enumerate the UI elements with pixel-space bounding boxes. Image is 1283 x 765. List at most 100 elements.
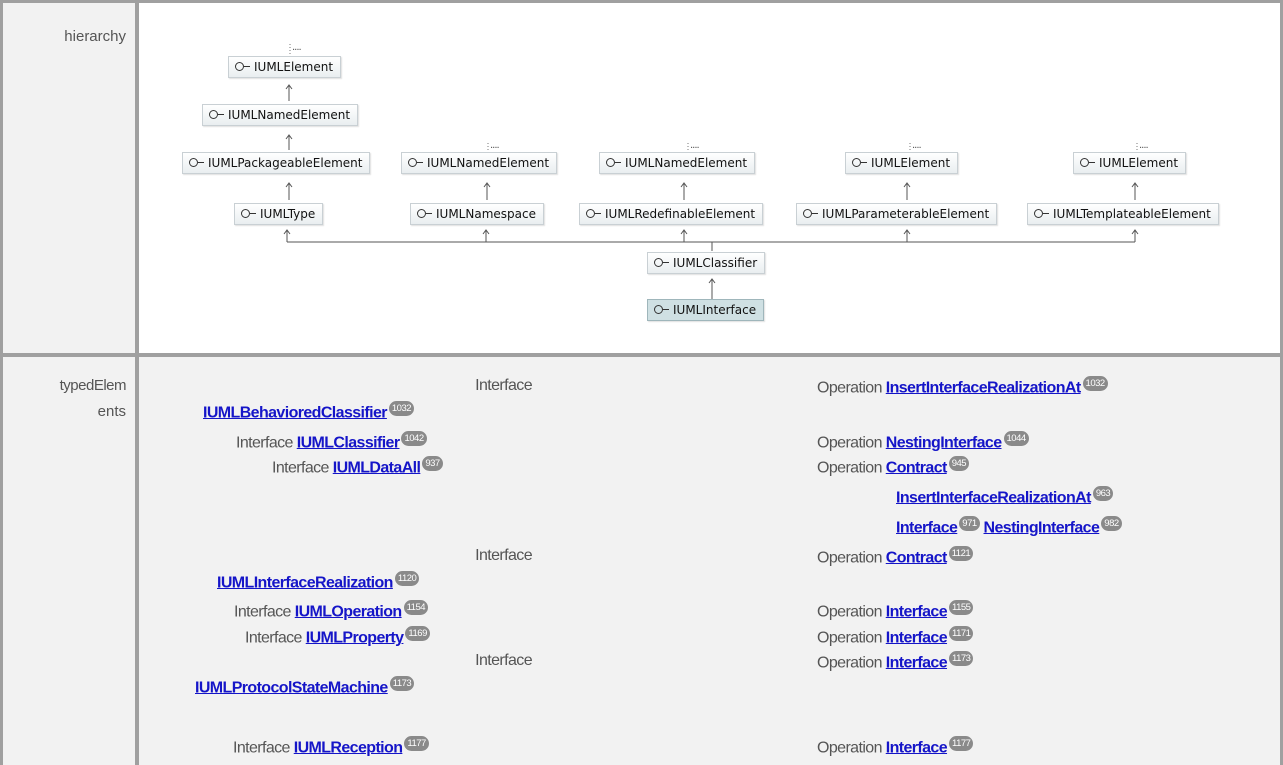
node-iumlelement-3[interactable]: IUMLElement — [1073, 152, 1187, 174]
node-iumlnamedelement-2[interactable]: IUMLNamedElement — [401, 152, 558, 174]
op-link[interactable]: Interface — [886, 654, 948, 671]
typed-row-3-op: Operation Contract 945 — [817, 456, 970, 478]
iface-link[interactable]: IUMLReception — [294, 739, 403, 756]
interface-lollipop-icon — [654, 305, 663, 314]
typed-row-7-op: Operation Interface 1173 — [817, 651, 974, 673]
typed-row-7-iface-word: Interface — [475, 652, 532, 669]
interface-lollipop-icon — [241, 209, 250, 218]
op-link[interactable]: NestingInterface — [886, 434, 1002, 451]
count-badge: 1120 — [394, 571, 420, 586]
node-iumlclassifier[interactable]: IUMLClassifier — [647, 252, 766, 274]
details-panel: hierarchy typedElem ents .... .... .... … — [0, 0, 1283, 765]
iface-link[interactable]: IUMLProperty — [306, 629, 404, 646]
count-badge: 1169 — [405, 626, 430, 641]
typed-elements-label-line1: typedElem — [59, 377, 127, 394]
node-iumlelement-2[interactable]: IUMLElement — [845, 152, 959, 174]
typed-row-6-iface: Interface IUMLProperty 1169 — [245, 626, 430, 648]
node-label: IUMLElement — [254, 60, 334, 74]
node-label: IUMLParameterableElement — [822, 207, 990, 221]
typed-row-3-op-extra-2: Interface 971 NestingInterface 982 — [896, 516, 1122, 538]
typed-row-1-iface: IUMLBehavioredClassifier 1032 — [203, 401, 415, 423]
interface-lollipop-icon — [408, 158, 417, 167]
node-iumlelement-top[interactable]: IUMLElement — [228, 56, 342, 78]
typed-row-2-iface: Interface IUMLClassifier 1042 — [236, 431, 427, 453]
interface-lollipop-icon — [803, 209, 812, 218]
interface-lollipop-icon — [235, 62, 244, 71]
node-iumlnamedelement-3[interactable]: IUMLNamedElement — [599, 152, 756, 174]
interface-lollipop-icon — [606, 158, 615, 167]
node-iumlinterface-selected[interactable]: IUMLInterface — [647, 299, 765, 321]
node-label: IUMLRedefinableElement — [605, 207, 756, 221]
typed-row-8-op: Operation Interface 1177 — [817, 736, 974, 758]
count-badge: 982 — [1101, 516, 1122, 531]
count-badge: 1032 — [1082, 376, 1108, 391]
count-badge: 945 — [948, 456, 970, 471]
node-label: IUMLNamedElement — [625, 156, 748, 170]
interface-lollipop-icon — [586, 209, 595, 218]
typed-row-4-iface-word: Interface — [475, 547, 532, 564]
typed-row-1-iface-word: Interface — [475, 377, 532, 394]
node-iumlnamedelement[interactable]: IUMLNamedElement — [202, 104, 359, 126]
node-iumltemplateableelement[interactable]: IUMLTemplateableElement — [1027, 203, 1219, 225]
typed-row-3-iface: Interface IUMLDataAll 937 — [272, 456, 443, 478]
ellipsis-element2: .... — [912, 140, 922, 151]
node-iumlredefinableelement[interactable]: IUMLRedefinableElement — [579, 203, 764, 225]
count-badge: 1044 — [1003, 431, 1029, 446]
typed-row-6-op: Operation Interface 1171 — [817, 626, 974, 648]
typed-row-5-op: Operation Interface 1155 — [817, 600, 974, 622]
node-iumlparameterableelement[interactable]: IUMLParameterableElement — [796, 203, 998, 225]
node-label: IUMLNamedElement — [228, 108, 351, 122]
interface-lollipop-icon — [189, 158, 198, 167]
op-link[interactable]: Interface — [886, 603, 948, 620]
node-iumlpackageableelement[interactable]: IUMLPackageableElement — [182, 152, 371, 174]
interface-lollipop-icon — [1034, 209, 1043, 218]
node-label: IUMLNamedElement — [427, 156, 550, 170]
count-badge: 1121 — [948, 546, 974, 561]
node-label: IUMLElement — [1099, 156, 1179, 170]
count-badge: 971 — [959, 516, 980, 531]
ellipsis-named3: .... — [690, 140, 700, 151]
ellipsis-named2: .... — [490, 140, 500, 151]
count-badge: 1042 — [401, 431, 427, 446]
op-link[interactable]: InsertInterfaceRealizationAt — [896, 489, 1091, 506]
node-label: IUMLInterface — [673, 303, 757, 317]
node-label: IUMLNamespace — [436, 207, 536, 221]
interface-lollipop-icon — [852, 158, 861, 167]
count-badge: 1154 — [403, 600, 429, 615]
node-label: IUMLElement — [871, 156, 951, 170]
count-badge: 1177 — [404, 736, 429, 751]
iface-link[interactable]: IUMLOperation — [295, 603, 402, 620]
op-link[interactable]: NestingInterface — [984, 519, 1100, 536]
op-link[interactable]: Contract — [886, 549, 948, 566]
count-badge: 1177 — [949, 736, 974, 751]
ellipsis-top: .... — [292, 42, 302, 53]
iface-link[interactable]: IUMLInterfaceRealization — [217, 574, 393, 591]
count-badge: 1173 — [389, 676, 415, 691]
count-badge: 1155 — [949, 600, 974, 615]
interface-lollipop-icon — [654, 258, 663, 267]
iface-link[interactable]: IUMLDataAll — [333, 459, 421, 476]
iface-link[interactable]: IUMLProtocolStateMachine — [195, 679, 388, 696]
interface-lollipop-icon — [209, 110, 218, 119]
node-iumltype[interactable]: IUMLType — [234, 203, 324, 225]
count-badge: 1173 — [949, 651, 974, 666]
ellipsis-element3: .... — [1139, 140, 1149, 151]
op-link[interactable]: Interface — [896, 519, 958, 536]
node-label: IUMLPackageableElement — [208, 156, 363, 170]
op-link[interactable]: Contract — [886, 459, 948, 476]
typed-row-1-op: Operation InsertInterfaceRealizationAt 10… — [817, 376, 1108, 398]
op-link[interactable]: Interface — [886, 629, 948, 646]
typed-row-7-iface: IUMLProtocolStateMachine 1173 — [195, 676, 415, 698]
typed-row-5-iface: Interface IUMLOperation 1154 — [234, 600, 429, 622]
iface-link[interactable]: IUMLClassifier — [297, 434, 400, 451]
typed-row-2-op: Operation NestingInterface 1044 — [817, 431, 1029, 453]
count-badge: 937 — [422, 456, 443, 471]
op-link[interactable]: InsertInterfaceRealizationAt — [886, 379, 1081, 396]
node-label: IUMLType — [260, 207, 316, 221]
node-iumlnamespace[interactable]: IUMLNamespace — [410, 203, 544, 225]
count-badge: 963 — [1092, 486, 1114, 501]
iface-link[interactable]: IUMLBehavioredClassifier — [203, 404, 387, 421]
op-link[interactable]: Interface — [886, 739, 948, 756]
count-badge: 1171 — [949, 626, 974, 641]
typed-row-4-op: Operation Contract 1121 — [817, 546, 974, 568]
